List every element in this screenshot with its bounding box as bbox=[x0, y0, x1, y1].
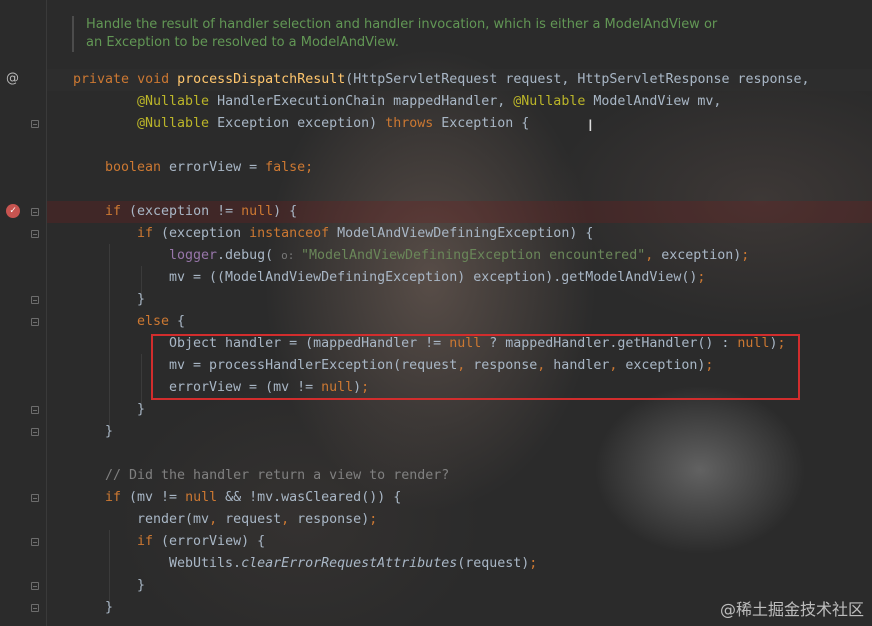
fold-icon[interactable] bbox=[31, 230, 39, 238]
editor-gutter[interactable]: @ ✓ bbox=[0, 0, 46, 626]
code-line[interactable]: if (mv != null && !mv.wasCleared()) { bbox=[105, 487, 401, 509]
code-line[interactable]: @Nullable Exception exception) throws Ex… bbox=[137, 113, 529, 135]
static-method-call: clearErrorRequestAttributes bbox=[241, 556, 458, 571]
indent-guide bbox=[109, 244, 110, 432]
code-line[interactable]: else { bbox=[137, 311, 185, 333]
line-comment: // Did the handler return a view to rend… bbox=[105, 468, 450, 483]
semicolon: ; bbox=[369, 512, 378, 527]
code-line[interactable]: } bbox=[137, 399, 145, 421]
code-text: .debug( bbox=[217, 248, 282, 263]
code-line[interactable]: // Did the handler return a view to rend… bbox=[105, 465, 449, 487]
code-text: (errorView) { bbox=[153, 534, 266, 549]
keyword-if: if bbox=[105, 490, 122, 505]
code-text: mv = ((ModelAndViewDefiningException) ex… bbox=[169, 270, 698, 285]
keyword-void: void bbox=[137, 72, 170, 87]
doc-comment: Handle the result of handler selection a… bbox=[72, 16, 726, 52]
comma: , bbox=[281, 512, 290, 527]
fold-icon[interactable] bbox=[31, 120, 39, 128]
code-text: && !mv.wasCleared()) { bbox=[217, 490, 402, 505]
code-text: response) bbox=[289, 512, 370, 527]
code-text: Exception { bbox=[433, 116, 530, 131]
watermark: @稀土掘金技术社区 bbox=[719, 600, 864, 619]
code-line[interactable]: if (exception instanceof ModelAndViewDef… bbox=[137, 223, 593, 245]
code-line[interactable]: WebUtils.clearErrorRequestAttributes(req… bbox=[169, 553, 537, 575]
fold-icon[interactable] bbox=[31, 208, 39, 216]
code-line[interactable]: } bbox=[105, 597, 113, 619]
closing-brace: } bbox=[105, 424, 114, 439]
code-text: (request) bbox=[457, 556, 530, 571]
keyword-null: null bbox=[185, 490, 218, 505]
method-name: processDispatchResult bbox=[177, 72, 346, 87]
code-line[interactable]: logger.debug( o: "ModelAndViewDefiningEx… bbox=[169, 245, 749, 267]
code-line[interactable]: } bbox=[137, 289, 145, 311]
code-line[interactable]: private void processDispatchResult(HttpS… bbox=[73, 69, 810, 91]
comma: , bbox=[209, 512, 218, 527]
breakpoint-icon[interactable]: ✓ bbox=[6, 204, 20, 218]
params: (HttpServletRequest request, HttpServlet… bbox=[345, 72, 810, 87]
fold-icon[interactable] bbox=[31, 604, 39, 612]
code-text: render(mv bbox=[137, 512, 210, 527]
code-text: (mv != bbox=[121, 490, 186, 505]
code-text: request bbox=[217, 512, 282, 527]
code-text: WebUtils. bbox=[169, 556, 242, 571]
params: HandlerExecutionChain mappedHandler, bbox=[209, 94, 514, 109]
code-text: (exception != bbox=[121, 204, 242, 219]
code-line[interactable]: } bbox=[137, 575, 145, 597]
fold-icon[interactable] bbox=[31, 494, 39, 502]
closing-brace: } bbox=[105, 600, 114, 615]
code-text: errorView = bbox=[161, 160, 266, 175]
params: ModelAndView mv, bbox=[585, 94, 722, 109]
code-line[interactable]: @Nullable HandlerExecutionChain mappedHa… bbox=[137, 91, 721, 113]
indent-guide bbox=[109, 530, 110, 606]
keyword-null: null bbox=[241, 204, 274, 219]
fold-icon[interactable] bbox=[31, 296, 39, 304]
fold-icon[interactable] bbox=[31, 538, 39, 546]
fold-icon[interactable] bbox=[31, 428, 39, 436]
keyword-if: if bbox=[137, 534, 154, 549]
keyword-if: if bbox=[105, 204, 122, 219]
semicolon: ; bbox=[305, 160, 314, 175]
keyword-boolean: boolean bbox=[105, 160, 162, 175]
keyword-false: false bbox=[265, 160, 306, 175]
code-line[interactable]: mv = ((ModelAndViewDefiningException) ex… bbox=[169, 267, 705, 289]
text-cursor-icon: I bbox=[588, 116, 593, 135]
fold-icon[interactable] bbox=[31, 318, 39, 326]
code-line[interactable]: } bbox=[105, 421, 113, 443]
code-line[interactable]: if (exception != null) { bbox=[105, 201, 297, 223]
annotation: @Nullable bbox=[513, 94, 586, 109]
code-text: ) { bbox=[273, 204, 298, 219]
code-line[interactable]: render(mv, request, response); bbox=[137, 509, 377, 531]
code-line[interactable]: boolean errorView = false; bbox=[105, 157, 313, 179]
annotation: @Nullable bbox=[137, 116, 210, 131]
doc-comment-line: Handle the result of handler selection a… bbox=[86, 17, 718, 32]
gutter-divider bbox=[46, 0, 47, 626]
keyword-private: private bbox=[73, 72, 130, 87]
field-logger: logger bbox=[169, 248, 218, 263]
closing-brace: } bbox=[137, 292, 146, 307]
params: Exception exception) bbox=[209, 116, 386, 131]
string-literal: "ModelAndViewDefiningException encounter… bbox=[300, 248, 646, 263]
closing-brace: } bbox=[137, 578, 146, 593]
semicolon: ; bbox=[529, 556, 538, 571]
annotation: @Nullable bbox=[137, 94, 210, 109]
code-text: ModelAndViewDefiningException) { bbox=[329, 226, 594, 241]
code-text: (exception bbox=[153, 226, 250, 241]
keyword-throws: throws bbox=[385, 116, 434, 131]
semicolon: ; bbox=[697, 270, 706, 285]
keyword-instanceof: instanceof bbox=[249, 226, 330, 241]
keyword-else: else bbox=[137, 314, 170, 329]
semicolon: ; bbox=[741, 248, 750, 263]
parameter-hint: o: bbox=[281, 249, 301, 262]
doc-comment-line: an Exception to be resolved to a ModelAn… bbox=[86, 35, 399, 50]
fold-icon[interactable] bbox=[31, 582, 39, 590]
code-text: { bbox=[169, 314, 186, 329]
closing-brace: } bbox=[137, 402, 146, 417]
code-line[interactable]: if (errorView) { bbox=[137, 531, 265, 553]
fold-icon[interactable] bbox=[31, 406, 39, 414]
override-icon[interactable]: @ bbox=[6, 72, 19, 86]
code-text: exception) bbox=[653, 248, 742, 263]
keyword-if: if bbox=[137, 226, 154, 241]
highlight-box bbox=[151, 334, 800, 400]
